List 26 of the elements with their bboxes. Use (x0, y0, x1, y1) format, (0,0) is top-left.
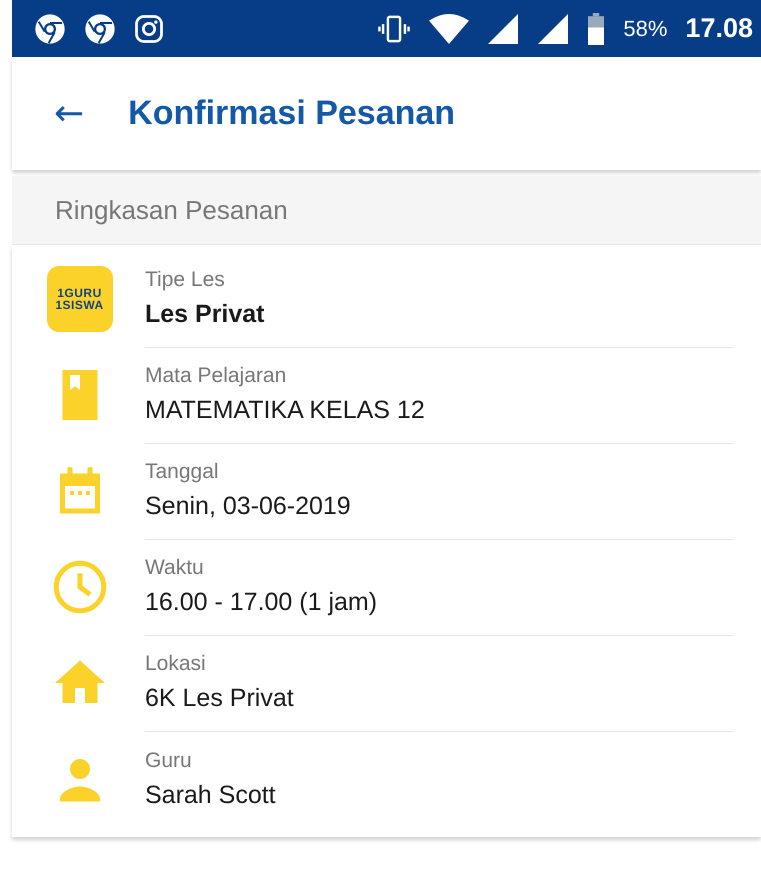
field-value: Sarah Scott (145, 780, 277, 810)
field-label: Waktu (145, 556, 205, 580)
back-button[interactable]: ← (54, 93, 84, 134)
field-value: 6K Les Privat (145, 684, 295, 713)
field-value: 16.00 - 17.00 (1 jam) (145, 588, 378, 617)
field-label: Mata Pelajaran (145, 364, 288, 388)
page-title: Konfirmasi Pesanan (128, 94, 456, 133)
clock-time: 17.08 (685, 13, 753, 44)
field-value: MATEMATIKA KELAS 12 (145, 396, 426, 425)
browser-icon (34, 12, 66, 44)
camera-icon (134, 14, 164, 44)
signal-icon (537, 14, 570, 44)
section-title: Ringkasan Pesanan (55, 194, 288, 226)
battery-icon (587, 12, 606, 44)
app-logo: 1GURU 1SISWA (46, 266, 112, 332)
vibrate-icon (377, 14, 412, 44)
battery-percentage: 58% (623, 16, 668, 42)
field-label: Tanggal (145, 460, 220, 484)
browser-icon (84, 12, 116, 44)
field-label: Guru (145, 748, 193, 772)
field-label: Tipe Les (145, 268, 226, 292)
field-label: Lokasi (145, 652, 207, 676)
wifi-icon (429, 14, 470, 44)
field-value: Senin, 03-06-2019 (145, 492, 352, 521)
field-value: Les Privat (145, 300, 266, 329)
signal-icon (487, 14, 520, 44)
